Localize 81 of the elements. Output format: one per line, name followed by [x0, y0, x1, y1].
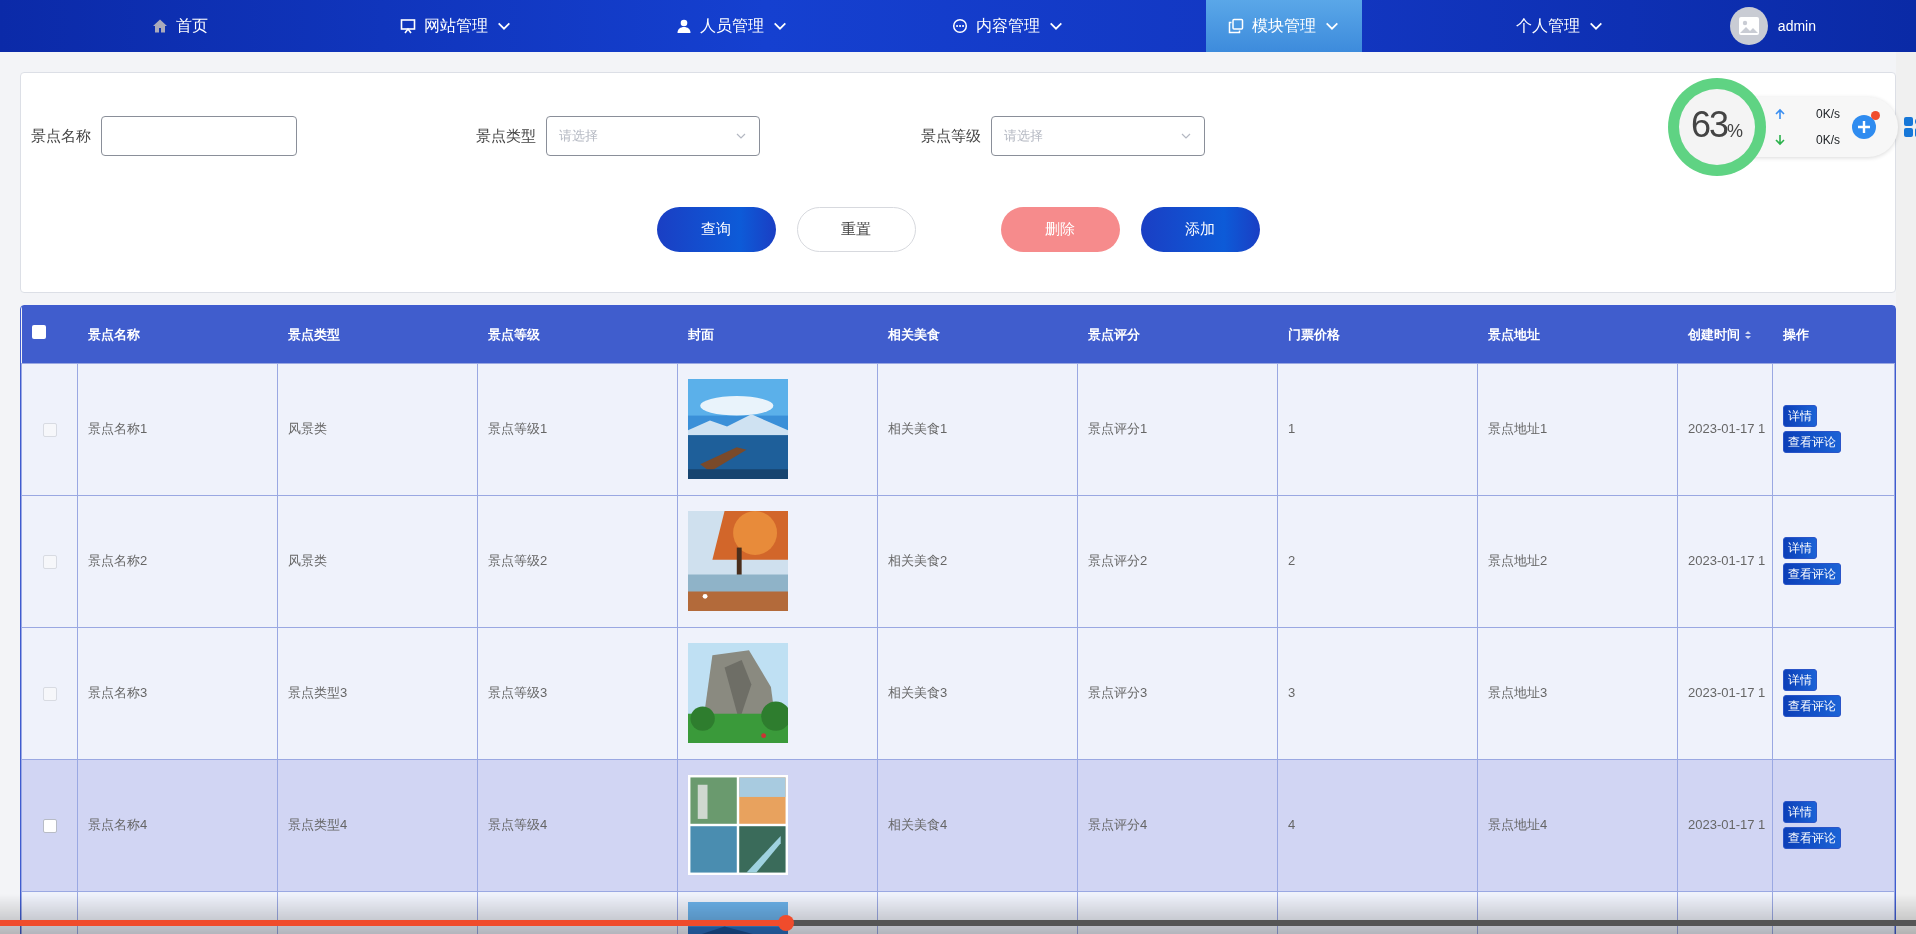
- table-cell: 2023-01-17 1: [1688, 421, 1766, 437]
- table-cell: 景点地址2: [1488, 553, 1548, 569]
- nav-tab[interactable]: 内容管理: [930, 0, 1086, 52]
- field-label: 景点等级: [921, 125, 981, 146]
- row-action-button[interactable]: 查看评论: [1783, 431, 1841, 453]
- table-cell: 风景类: [288, 553, 327, 569]
- table-cell: 景点类型3: [288, 685, 348, 701]
- download-icon: [1774, 134, 1786, 146]
- table-cell: 3: [1288, 685, 1296, 701]
- copy-icon: [1228, 18, 1244, 34]
- table-cell: 景点地址4: [1488, 817, 1548, 833]
- video-progress-track[interactable]: [0, 915, 1916, 931]
- table-cell: 2023-01-17 1: [1688, 685, 1766, 701]
- table-cell: 景点评分2: [1088, 553, 1148, 569]
- action-button[interactable]: 查询: [656, 207, 776, 252]
- upload-icon: [1774, 108, 1786, 120]
- row-checkbox[interactable]: [42, 686, 57, 701]
- column-header[interactable]: 创建时间: [1687, 326, 1740, 342]
- table-cell: 景点等级2: [488, 553, 548, 569]
- column-header: 景点地址: [1487, 326, 1540, 342]
- speed-text: 0K/s: [1816, 132, 1840, 149]
- table-cell: 景点评分1: [1088, 421, 1148, 437]
- column-header: 景点名称: [87, 326, 140, 342]
- column-header: 封面: [687, 326, 714, 342]
- percent-text: 63: [1690, 107, 1727, 143]
- table-cell: 相关美食1: [888, 421, 948, 437]
- row-action-button[interactable]: 详情: [1783, 801, 1817, 823]
- table-cell: 风景类: [288, 421, 327, 437]
- table-cell: 景点等级1: [488, 421, 548, 437]
- nav-tab[interactable]: 个人管理: [1494, 0, 1626, 52]
- row-action-button[interactable]: 查看评论: [1783, 563, 1841, 585]
- row-action-button[interactable]: 查看评论: [1783, 695, 1841, 717]
- row-action-button[interactable]: 查看评论: [1783, 827, 1841, 849]
- speed-text: 0K/s: [1816, 106, 1840, 123]
- nav-tab[interactable]: 首页: [130, 0, 230, 52]
- presentation-icon: [400, 18, 416, 34]
- table-cell: 4: [1288, 817, 1296, 833]
- column-header: 景点等级: [487, 326, 540, 342]
- table-cell: 景点地址3: [1488, 685, 1548, 701]
- table-cell: 景点名称3: [88, 685, 148, 701]
- table-cell: 相关美食4: [888, 817, 948, 833]
- select-all-checkbox[interactable]: [31, 324, 46, 339]
- table-cell: 景点地址1: [1488, 421, 1548, 437]
- table-cell: 景点等级4: [488, 817, 548, 833]
- table-cell: 景点名称4: [88, 817, 148, 833]
- row-checkbox[interactable]: [42, 554, 57, 569]
- table-cell: 相关美食2: [888, 553, 948, 569]
- table-cell: 2023-01-17 1: [1688, 817, 1766, 833]
- table-cell: 相关美食3: [888, 685, 948, 701]
- nav-tab[interactable]: 人员管理: [654, 0, 810, 52]
- home-icon: [152, 18, 168, 34]
- text-field[interactable]: [101, 116, 297, 156]
- table-cell: 景点名称2: [88, 553, 148, 569]
- row-checkbox[interactable]: [42, 818, 57, 833]
- row-action-button[interactable]: 详情: [1783, 405, 1817, 427]
- row-action-button[interactable]: 详情: [1783, 537, 1817, 559]
- field-label: 景点类型: [476, 125, 536, 146]
- column-header: 景点类型: [287, 326, 340, 342]
- table-cell: 景点类型4: [288, 817, 348, 833]
- column-header: 相关美食: [887, 326, 940, 342]
- action-button[interactable]: 重置: [796, 207, 916, 252]
- table-cell: 景点名称1: [88, 421, 148, 437]
- user-icon: [676, 18, 692, 34]
- table-cell: 景点评分4: [1088, 817, 1148, 833]
- field-label: 景点名称: [31, 125, 91, 146]
- action-button[interactable]: 添加: [1140, 207, 1260, 252]
- column-header: 景点评分: [1087, 326, 1140, 342]
- table-cell: 2023-01-17 1: [1688, 553, 1766, 569]
- column-header: 操作: [1782, 326, 1809, 342]
- table-cell: 景点等级3: [488, 685, 548, 701]
- user-name[interactable]: admin: [1777, 15, 1816, 37]
- chat-icon: [952, 18, 968, 34]
- table-cell: 1: [1288, 421, 1296, 437]
- percent-unit: %: [1727, 121, 1744, 143]
- row-checkbox[interactable]: [42, 422, 57, 437]
- table-cell: 2: [1288, 553, 1296, 569]
- table-cell: 景点评分3: [1088, 685, 1148, 701]
- column-header: 门票价格: [1287, 326, 1340, 342]
- row-action-button[interactable]: 详情: [1783, 669, 1817, 691]
- avatar[interactable]: [1729, 7, 1768, 45]
- nav-tab[interactable]: 网站管理: [378, 0, 534, 52]
